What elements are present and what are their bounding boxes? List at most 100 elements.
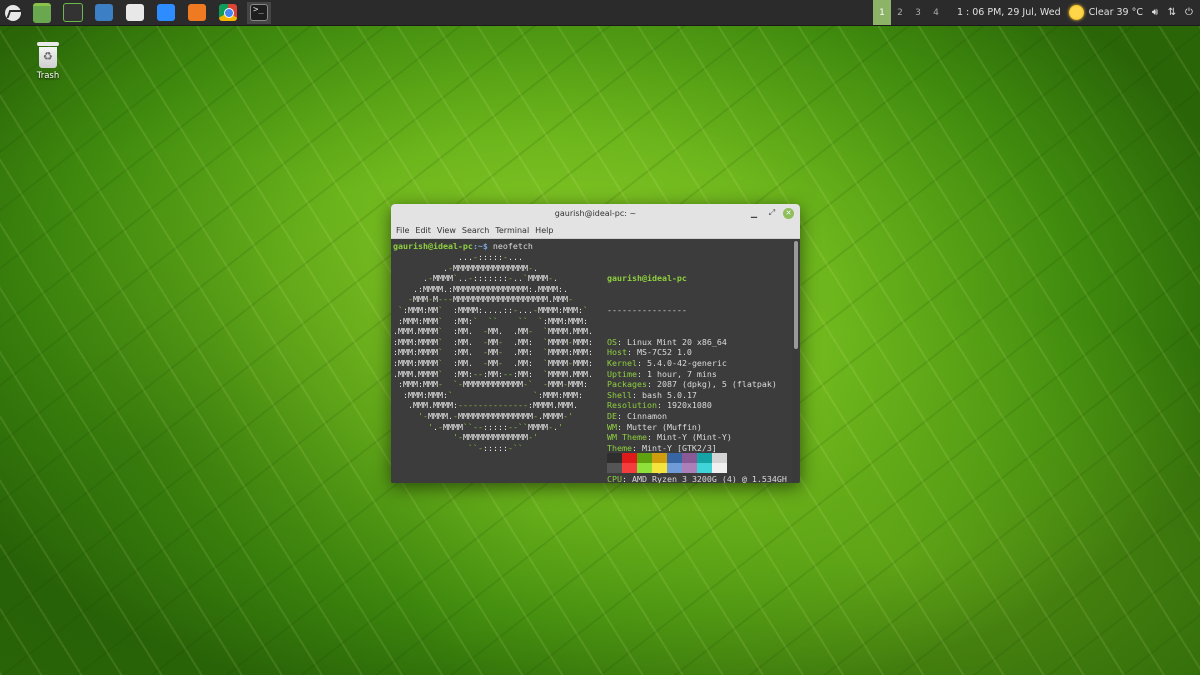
launcher-file-manager[interactable] xyxy=(30,2,54,24)
info-row: Shell: bash 5.0.17 xyxy=(607,389,697,400)
menu-search[interactable]: Search xyxy=(462,226,489,235)
info-key: WM xyxy=(607,421,617,432)
info-value: Cinnamon xyxy=(627,410,667,421)
window-titlebar[interactable]: gaurish@ideal-pc: ~ ▁ ⤢ ✕ xyxy=(391,204,800,222)
minimize-button[interactable]: ▁ xyxy=(747,206,761,220)
menu-edit[interactable]: Edit xyxy=(415,226,431,235)
info-key: Shell xyxy=(607,389,632,400)
logo-line: :MMM:MMM` :MM:` `` `` `:MMM:MMM: xyxy=(398,315,588,326)
launcher-terminal[interactable]: >_ xyxy=(247,1,271,24)
logo-line: .MMM.MMMM:--------------:MMMM.MMM. xyxy=(408,400,578,411)
palette-swatch xyxy=(637,463,652,473)
logo-line: '-MMMMMMMMMMMMM-' xyxy=(453,432,538,443)
info-key: Resolution xyxy=(607,400,657,411)
logo-line: ...-:::::-... xyxy=(458,252,523,262)
volume-icon[interactable]: 🔊︎ xyxy=(1150,7,1160,18)
logo-line: '-MMMM.-MMMMMMMMMMMMMMM-.MMMM-' xyxy=(418,410,573,421)
palette-swatch xyxy=(637,453,652,463)
menu-file[interactable]: File xyxy=(396,226,409,235)
workspace-1[interactable]: 1 xyxy=(872,0,891,25)
info-key: OS xyxy=(607,336,617,347)
weather-text: Clear 39 °C xyxy=(1088,7,1143,18)
info-value: 1 hour, 7 mins xyxy=(646,368,717,379)
palette-swatch xyxy=(652,453,667,463)
info-key: DE xyxy=(607,410,617,421)
info-key: CPU xyxy=(607,474,622,483)
info-value: MS-7C52 1.0 xyxy=(636,347,692,358)
terminal-scrollbar[interactable] xyxy=(792,239,799,483)
logo-line: .-MMMM`..-:::::::-..`MMMM-. xyxy=(423,273,558,284)
logo-line: .MMM.MMMM` :MM. -MM. .MM- `MMMM.MMM. xyxy=(393,326,593,337)
info-key: Packages xyxy=(607,379,647,390)
close-button[interactable]: ✕ xyxy=(783,207,794,219)
mint-menu-icon xyxy=(5,4,21,21)
info-key: Uptime xyxy=(607,368,637,379)
info-row: Host: MS-7C52 1.0 xyxy=(607,347,692,358)
info-row: WM Theme: Mint-Y (Mint-Y) xyxy=(607,432,732,443)
info-row: Resolution: 1920x1080 xyxy=(607,400,712,411)
info-rule: ---------------- xyxy=(607,304,687,315)
menu-help[interactable]: Help xyxy=(535,226,553,235)
logo-line: :MMM:MMMM` :MM. -MM- .MM: `MMMM-MMM: xyxy=(393,336,593,347)
launcher-firefox[interactable] xyxy=(185,2,209,24)
power-icon[interactable]: ⏻︎ xyxy=(1184,7,1194,18)
logo-line: .:MMMM.:MMMMMMMMMMMMMMM:.MMMM:. xyxy=(413,283,568,294)
palette-swatch xyxy=(682,453,697,463)
menu-terminal[interactable]: Terminal xyxy=(495,226,529,235)
logo-line: -MMM-M---MMMMMMMMMMMMMMMMMMM.MMM- xyxy=(408,294,573,305)
info-value: 5.4.0-42-generic xyxy=(646,357,727,368)
palette-swatch xyxy=(682,463,697,473)
terminal-window[interactable]: gaurish@ideal-pc: ~ ▁ ⤢ ✕ File Edit View… xyxy=(391,204,800,483)
info-value: Mint-Y (Mint-Y) xyxy=(656,432,732,443)
info-row: WM: Mutter (Muffin) xyxy=(607,421,702,432)
palette-swatch xyxy=(607,453,622,463)
logo-line: ``-:::::-`` xyxy=(468,442,523,453)
info-row: OS: Linux Mint 20 x86_64 xyxy=(607,336,727,347)
desktop-icon-trash[interactable]: Trash xyxy=(28,42,68,81)
trash-label: Trash xyxy=(36,71,60,81)
info-value: 2087 (dpkg), 5 (flatpak) xyxy=(656,379,777,390)
network-icon[interactable]: ⇅ xyxy=(1167,7,1177,18)
maximize-button[interactable]: ⤢ xyxy=(765,206,779,220)
chrome-icon xyxy=(219,4,237,21)
info-value: Linux Mint 20 x86_64 xyxy=(627,336,727,347)
launcher-text-editor[interactable] xyxy=(92,2,116,24)
color-palette xyxy=(607,453,727,473)
launcher-chrome[interactable] xyxy=(216,2,240,24)
prompt-line: gaurish@ideal-pc:~$ neofetch xyxy=(393,241,533,252)
info-row: Theme: Mint-Y [GTK2/3] xyxy=(607,442,717,453)
workspace-3[interactable]: 3 xyxy=(909,0,927,25)
palette-swatch xyxy=(607,463,622,473)
logo-line: :MMM:MMMM` :MM. -MM- .MM: `MMMM-MMM: xyxy=(393,357,593,368)
top-panel: >_ 1 2 3 4 1 : 06 PM, 29 Jul, Wed Clear … xyxy=(0,0,1200,26)
scrollbar-thumb[interactable] xyxy=(794,241,798,349)
workspace-2[interactable]: 2 xyxy=(891,0,909,25)
info-header: gaurish@ideal-pc xyxy=(607,273,687,284)
info-key: Host xyxy=(607,347,627,358)
mint-ascii-logo: ...-:::::-... .-MMMMMMMMMMMMMMM-. .-MMMM… xyxy=(393,252,593,453)
info-value: AMD Ryzen 3 3200G (4) @ 1.534GH xyxy=(632,474,787,483)
logo-line: :MMM:MMM:` `:MMM:MMM: xyxy=(403,389,583,400)
terminal-output[interactable]: gaurish@ideal-pc:~$ neofetch ...-:::::-.… xyxy=(391,239,791,483)
weather-applet[interactable]: Clear 39 °C xyxy=(1068,5,1143,20)
info-row: CPU: AMD Ryzen 3 3200G (4) @ 1.534GH xyxy=(607,474,787,483)
prompt-command: neofetch xyxy=(487,241,533,251)
workspace-4[interactable]: 4 xyxy=(927,0,945,25)
launcher-system-tools[interactable] xyxy=(123,2,147,24)
menu-view[interactable]: View xyxy=(437,226,456,235)
info-key: Theme xyxy=(607,442,632,453)
palette-swatch xyxy=(622,463,637,473)
menu-button[interactable] xyxy=(0,0,26,25)
tools-icon xyxy=(126,4,144,21)
terminal-icon: >_ xyxy=(250,4,268,21)
clock[interactable]: 1 : 06 PM, 29 Jul, Wed xyxy=(957,7,1061,18)
launcher-system-monitor[interactable] xyxy=(61,2,85,24)
info-value: Mint-Y [GTK2/3] xyxy=(641,442,717,453)
palette-swatch xyxy=(697,453,712,463)
system-info: gaurish@ideal-pc ---------------- OS: Li… xyxy=(607,252,787,483)
info-key: WM Theme xyxy=(607,432,647,443)
trash-icon xyxy=(37,42,59,68)
logo-line: .-MMMMMMMMMMMMMMM-. xyxy=(443,262,538,273)
launcher-zoom[interactable] xyxy=(154,2,178,24)
firefox-icon xyxy=(188,4,206,21)
